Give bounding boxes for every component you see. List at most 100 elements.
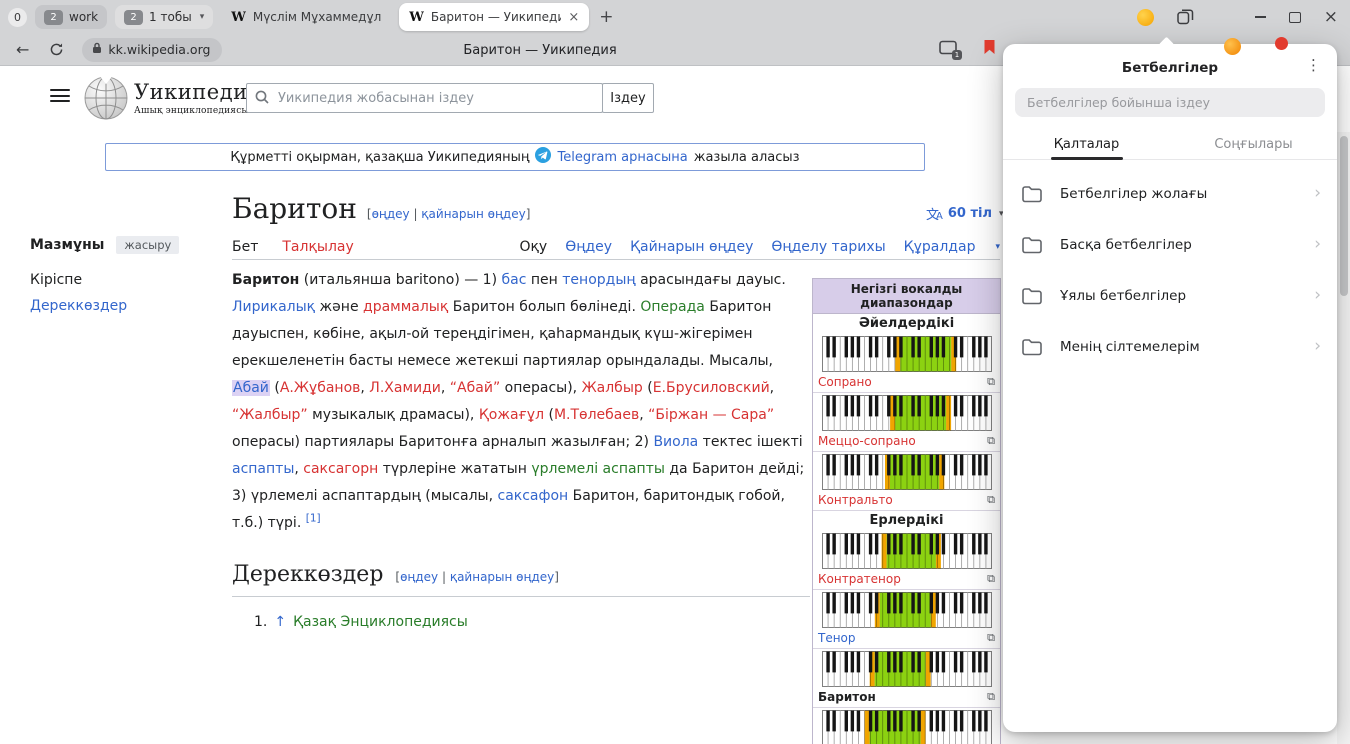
inline-link[interactable]: аспапты — [232, 461, 294, 477]
bookmark-flag-icon[interactable] — [983, 39, 996, 59]
expand-icon[interactable]: ⧉ — [987, 690, 995, 704]
inline-link[interactable]: Операда — [640, 299, 705, 315]
promo-smiley-icon[interactable] — [1137, 9, 1154, 26]
inline-link[interactable]: Жалбыр — [582, 380, 643, 396]
inline-link[interactable]: саксафон — [498, 488, 569, 504]
extension-icon[interactable] — [1224, 38, 1241, 55]
inline-link[interactable]: саксагорн — [303, 461, 378, 477]
expand-icon[interactable]: ⧉ — [987, 631, 995, 645]
window-page-title: Баритон — Уикипедия — [400, 34, 680, 66]
browser-tab-active[interactable]: W Баритон — Уикипедия × — [399, 3, 589, 31]
vocal-range-link[interactable]: Меццо-сопрано — [818, 434, 916, 448]
scrollbar-thumb[interactable] — [1340, 136, 1348, 296]
expand-icon[interactable]: ⧉ — [987, 572, 995, 586]
page-scrollbar[interactable] — [1337, 132, 1350, 744]
wiki-main-menu-icon[interactable] — [50, 89, 70, 102]
inline-link[interactable]: қайнарын өңдеу — [450, 570, 554, 584]
inline-link[interactable]: М.Төлебаев — [554, 407, 639, 423]
inline-link[interactable]: “Біржан — Сара” — [648, 407, 774, 423]
telegram-channel-link[interactable]: Telegram арнасына — [557, 150, 687, 165]
inline-link[interactable]: тенордың — [562, 272, 635, 288]
inline-link[interactable]: өңдеу — [372, 207, 410, 221]
expand-icon[interactable]: ⧉ — [987, 375, 995, 389]
inline-link[interactable]: Л.Хамиди — [369, 380, 441, 396]
folder-item-bookmarks-bar[interactable]: Бетбелгілер жолағы › — [1003, 168, 1337, 219]
tab-read[interactable]: Оқу — [519, 239, 547, 255]
browser-menu-icon[interactable] — [1217, 12, 1232, 23]
tab-talk[interactable]: Талқылау — [282, 239, 353, 255]
wiki-search-input[interactable] — [276, 90, 594, 107]
text-run: ( — [643, 380, 653, 396]
tab-history[interactable]: Өңделу тарихы — [771, 239, 885, 255]
toc-item-references[interactable]: Дереккөздер — [30, 298, 220, 314]
inline-link[interactable]: “Абай” — [450, 380, 500, 396]
url-text: kk.wikipedia.org — [108, 42, 210, 57]
tab-close-icon[interactable]: × — [568, 11, 579, 24]
inline-link[interactable]: [1] — [306, 512, 321, 524]
piano-range-image[interactable] — [813, 590, 1000, 629]
wiki-search-box[interactable] — [246, 83, 603, 113]
vocal-range-link[interactable]: Тенор — [818, 631, 856, 645]
tab-folders[interactable]: Қалталар — [1003, 129, 1170, 159]
inline-link[interactable]: өңдеу — [400, 570, 438, 584]
reference-link[interactable]: Қазақ Энциклопедиясы — [293, 609, 468, 636]
toc-hide-button[interactable]: жасыру — [116, 236, 179, 254]
tab-edit-source[interactable]: Қайнарын өңдеу — [630, 239, 753, 255]
folder-item-other-bookmarks[interactable]: Басқа бетбелгілер › — [1003, 219, 1337, 270]
tab-recent[interactable]: Соңғылары — [1170, 129, 1337, 159]
tab-group-1toby[interactable]: 2 1 тобы ▾ — [115, 5, 213, 29]
folder-label: Менің сілтемелерім — [1060, 339, 1299, 355]
piano-range-image[interactable] — [813, 334, 1000, 373]
inline-link[interactable]: үрлемелі аспапты — [531, 461, 665, 477]
language-selector[interactable]: 文А 60 тіл ▾ — [926, 204, 1004, 223]
browser-tab-inactive[interactable]: W Мүслім Мұхаммедұлы Ма — [221, 4, 391, 30]
tab-edit[interactable]: Өңдеу — [565, 239, 612, 255]
bookmarks-search-input[interactable] — [1025, 94, 1315, 111]
inline-link[interactable]: “Жалбыр” — [232, 407, 308, 423]
piano-range-image[interactable] — [813, 708, 1000, 744]
inline-link[interactable]: бас — [502, 272, 527, 288]
inline-link[interactable]: Е.Брусиловский — [653, 380, 770, 396]
toc-item-intro[interactable]: Кіріспе — [30, 272, 220, 288]
maximize-button[interactable] — [1289, 12, 1301, 23]
expand-icon[interactable]: ⧉ — [987, 434, 995, 448]
tab-tools[interactable]: Құралдар — [904, 239, 976, 255]
inline-link[interactable]: Абай — [232, 380, 270, 396]
piano-range-image[interactable] — [813, 531, 1000, 570]
new-tab-button[interactable]: + — [599, 7, 613, 27]
inline-link[interactable]: Лирикалық — [232, 299, 315, 315]
tab-group-label: 1 тобы — [149, 10, 192, 24]
folder-item-mobile-bookmarks[interactable]: Ұялы бетбелгілер › — [1003, 270, 1337, 321]
tab-bar: 0 2 work 2 1 тобы ▾ W Мүслім Мұхаммедұлы… — [0, 0, 1350, 34]
minimize-button[interactable] — [1255, 16, 1266, 18]
inline-link[interactable]: Виола — [653, 434, 698, 450]
reload-button[interactable] — [49, 42, 64, 57]
chevron-down-icon[interactable]: ▾ — [200, 12, 205, 22]
address-bar[interactable]: kk.wikipedia.org — [82, 38, 222, 62]
vocal-range-link[interactable]: Контральто — [818, 493, 893, 507]
reference-backlink[interactable]: ↑ — [274, 609, 286, 636]
vocal-range-link[interactable]: Контратенор — [818, 572, 901, 586]
piano-range-image[interactable] — [813, 452, 1000, 491]
tab-group-zero[interactable]: 0 — [8, 8, 27, 27]
screenshots-counter-icon[interactable]: 1 — [939, 40, 959, 57]
bookmarks-search-box[interactable] — [1015, 88, 1325, 117]
inline-link[interactable]: Қожағұл — [479, 407, 544, 423]
inline-link[interactable]: драммалық — [363, 299, 448, 315]
inline-link[interactable]: А.Жұбанов — [280, 380, 361, 396]
wiki-search-button[interactable]: Іздеу — [602, 83, 654, 113]
window-close-button[interactable]: × — [1324, 9, 1338, 26]
kebab-menu-icon[interactable]: ⋮ — [1306, 56, 1321, 74]
piano-range-image[interactable] — [813, 393, 1000, 432]
back-button[interactable]: ← — [16, 42, 29, 58]
wikipedia-logo[interactable] — [84, 76, 128, 124]
expand-icon[interactable]: ⧉ — [987, 493, 995, 507]
folder-item-my-links[interactable]: Менің сілтемелерім › — [1003, 321, 1337, 372]
piano-range-image[interactable] — [813, 649, 1000, 688]
tab-article[interactable]: Бет — [232, 239, 258, 255]
extension-notification-icon[interactable] — [1275, 37, 1288, 50]
side-panel-toggle-icon[interactable] — [1177, 9, 1194, 25]
tab-group-work[interactable]: 2 work — [35, 5, 107, 29]
vocal-range-link[interactable]: Сопрано — [818, 375, 872, 389]
inline-link[interactable]: қайнарын өңдеу — [421, 207, 525, 221]
